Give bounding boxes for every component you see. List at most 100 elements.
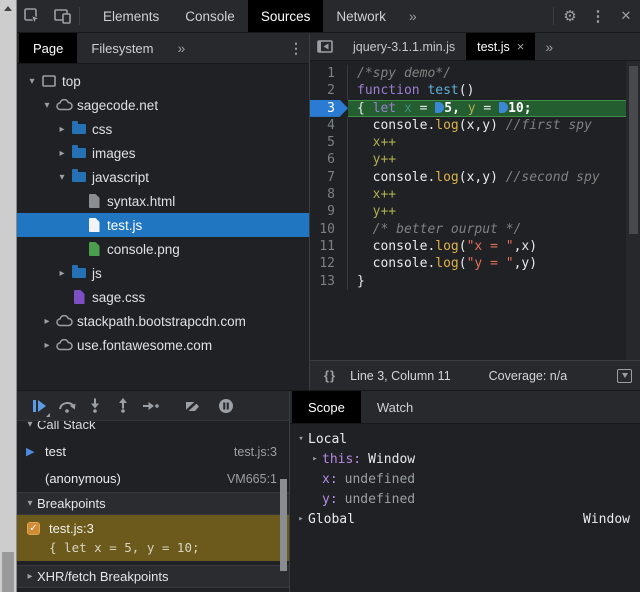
code-line[interactable]: 7 console.log(x,y) //second spy [310, 169, 640, 186]
debugger-pane-scrollbar-thumb[interactable] [280, 479, 287, 571]
tree-item-syntax-html[interactable]: syntax.html [17, 189, 309, 213]
tree-item-sage-css[interactable]: sage.css [17, 285, 309, 309]
deactivate-breakpoints-button[interactable] [178, 393, 206, 419]
line-number[interactable]: 4 [310, 117, 348, 134]
chevron-right-icon[interactable]: ▸ [55, 124, 69, 135]
editor-tab-jquery-3-1-1-min-js[interactable]: jquery-3.1.1.min.js [342, 33, 466, 60]
tree-item-css[interactable]: ▸css [17, 117, 309, 141]
chevron-right-icon[interactable]: ▸ [40, 316, 54, 327]
scope-entry-local[interactable]: ▾Local [290, 429, 640, 449]
tab-network[interactable]: Network [323, 0, 399, 32]
line-number[interactable]: 10 [310, 221, 348, 238]
step-over-button[interactable] [53, 393, 81, 419]
breakpoint-checkbox[interactable]: ✓ [27, 522, 40, 535]
navigator-tab-filesystem[interactable]: Filesystem [77, 33, 167, 63]
resume-button[interactable] [25, 393, 53, 419]
chevron-right-icon[interactable]: ▸ [55, 148, 69, 159]
callstack-frame-test[interactable]: ▶testtest.js:3 [17, 438, 289, 465]
tree-item-top[interactable]: ▾top [17, 69, 309, 93]
breakpoint-entry[interactable]: ✓test.js:3{ let x = 5, y = 10; [17, 515, 289, 561]
navigator-menu-kebab-icon[interactable]: ⋮ [283, 33, 309, 63]
settings-gear-icon[interactable]: ⚙ [556, 0, 584, 32]
tab-elements[interactable]: Elements [90, 0, 172, 32]
tree-item-javascript[interactable]: ▾javascript [17, 165, 309, 189]
os-vertical-scrollbar[interactable] [0, 0, 17, 592]
tree-item-console-png[interactable]: console.png [17, 237, 309, 261]
tree-item-sagecode-net[interactable]: ▾sagecode.net [17, 93, 309, 117]
pretty-print-icon[interactable]: {} [324, 368, 336, 383]
editor-scrollbar[interactable] [626, 61, 640, 360]
line-number[interactable]: 9 [310, 203, 348, 220]
code-line[interactable]: 8 x++ [310, 186, 640, 203]
tab-console[interactable]: Console [172, 0, 248, 32]
step-button[interactable] [137, 393, 165, 419]
code-line[interactable]: 11 console.log("x = ",x) [310, 238, 640, 255]
breakpoints-section-header[interactable]: ▾ Breakpoints [17, 492, 289, 515]
editor-scrollbar-thumb[interactable] [629, 66, 638, 234]
scope-entry-global[interactable]: ▸GlobalWindow [290, 509, 640, 529]
more-options-kebab-icon[interactable]: ⋮ [584, 0, 612, 32]
device-toolbar-icon[interactable] [47, 0, 77, 32]
tree-item-stackpath-bootstrapcdn-com[interactable]: ▸stackpath.bootstrapcdn.com [17, 309, 309, 333]
inspect-icon[interactable] [17, 0, 47, 32]
chevron-right-icon[interactable]: ▸ [55, 268, 69, 279]
tree-item-test-js[interactable]: test.js [17, 213, 309, 237]
code-line[interactable]: 6 y++ [310, 151, 640, 168]
tab-watch[interactable]: Watch [361, 391, 429, 423]
chevron-down-icon[interactable]: ▾ [40, 100, 54, 111]
close-devtools-icon[interactable]: ✕ [612, 0, 640, 32]
code-line[interactable]: 4 console.log(x,y) //first spy [310, 117, 640, 134]
tab-sources[interactable]: Sources [248, 0, 324, 32]
line-number[interactable]: 11 [310, 238, 348, 255]
code-line[interactable]: 9 y++ [310, 203, 640, 220]
line-number[interactable]: 7 [310, 169, 348, 186]
scrollbar-thumb[interactable] [2, 552, 14, 592]
step-into-button[interactable] [81, 393, 109, 419]
coverage-toggle-icon[interactable] [617, 369, 632, 383]
callstack-section-header[interactable]: ▾ Call Stack [17, 421, 289, 438]
paused-line-number[interactable]: 3 [310, 100, 348, 117]
code-line[interactable]: 13} [310, 273, 640, 290]
more-tabs-button[interactable]: » [399, 0, 427, 32]
code-text: y++ [348, 203, 640, 220]
callstack-frame--anonymous-[interactable]: (anonymous)VM665:1 [17, 465, 289, 492]
chevron-right-icon[interactable]: ▸ [294, 514, 308, 524]
tree-item-js[interactable]: ▸js [17, 261, 309, 285]
execution-line[interactable]: 3{ let x = 5, y = 10; [310, 100, 640, 117]
tree-item-images[interactable]: ▸images [17, 141, 309, 165]
scope-entry-this[interactable]: ▸this:Window [290, 449, 640, 469]
line-number[interactable]: 5 [310, 134, 348, 151]
close-tab-icon[interactable]: × [517, 39, 525, 54]
chevron-right-icon[interactable]: ▸ [40, 340, 54, 351]
show-navigator-icon[interactable] [310, 33, 340, 60]
navigator-tab-page[interactable]: Page [19, 33, 77, 63]
line-number[interactable]: 1 [310, 65, 348, 82]
chevron-down-icon[interactable]: ▾ [55, 172, 69, 183]
scope-entry-y[interactable]: y:undefined [290, 489, 640, 509]
more-navigator-tabs-button[interactable]: » [168, 33, 196, 63]
more-editor-tabs-button[interactable]: » [535, 33, 563, 60]
code-line[interactable]: 2function test() [310, 82, 640, 99]
line-number[interactable]: 6 [310, 151, 348, 168]
chevron-down-icon[interactable]: ▾ [294, 434, 308, 444]
chevron-down-icon[interactable]: ▾ [25, 76, 39, 87]
step-out-button[interactable] [109, 393, 137, 419]
tree-item-use-fontawesome-com[interactable]: ▸use.fontawesome.com [17, 333, 309, 357]
line-number[interactable]: 13 [310, 273, 348, 290]
code-line[interactable]: 5 x++ [310, 134, 640, 151]
tab-scope[interactable]: Scope [292, 391, 361, 423]
code-area[interactable]: 1/*spy demo*/2function test()3{ let x = … [310, 61, 640, 290]
code-line[interactable]: 1/*spy demo*/ [310, 65, 640, 82]
xhr-breakpoints-section-header[interactable]: ▸ XHR/fetch Breakpoints [17, 565, 289, 588]
scope-entry-x[interactable]: x:undefined [290, 469, 640, 489]
pause-on-exceptions-button[interactable] [212, 393, 240, 419]
line-number[interactable]: 12 [310, 255, 348, 272]
line-number[interactable]: 8 [310, 186, 348, 203]
code-line[interactable]: 12 console.log("y = ",y) [310, 255, 640, 272]
scope-tree: ▾Local▸this:Windowx:undefinedy:undefined… [290, 424, 640, 592]
scrollbar-up-button[interactable] [0, 0, 16, 16]
code-line[interactable]: 10 /* better ourput */ [310, 221, 640, 238]
chevron-right-icon[interactable]: ▸ [308, 454, 322, 464]
line-number[interactable]: 2 [310, 82, 348, 99]
editor-tab-test-js[interactable]: test.js× [466, 33, 535, 60]
